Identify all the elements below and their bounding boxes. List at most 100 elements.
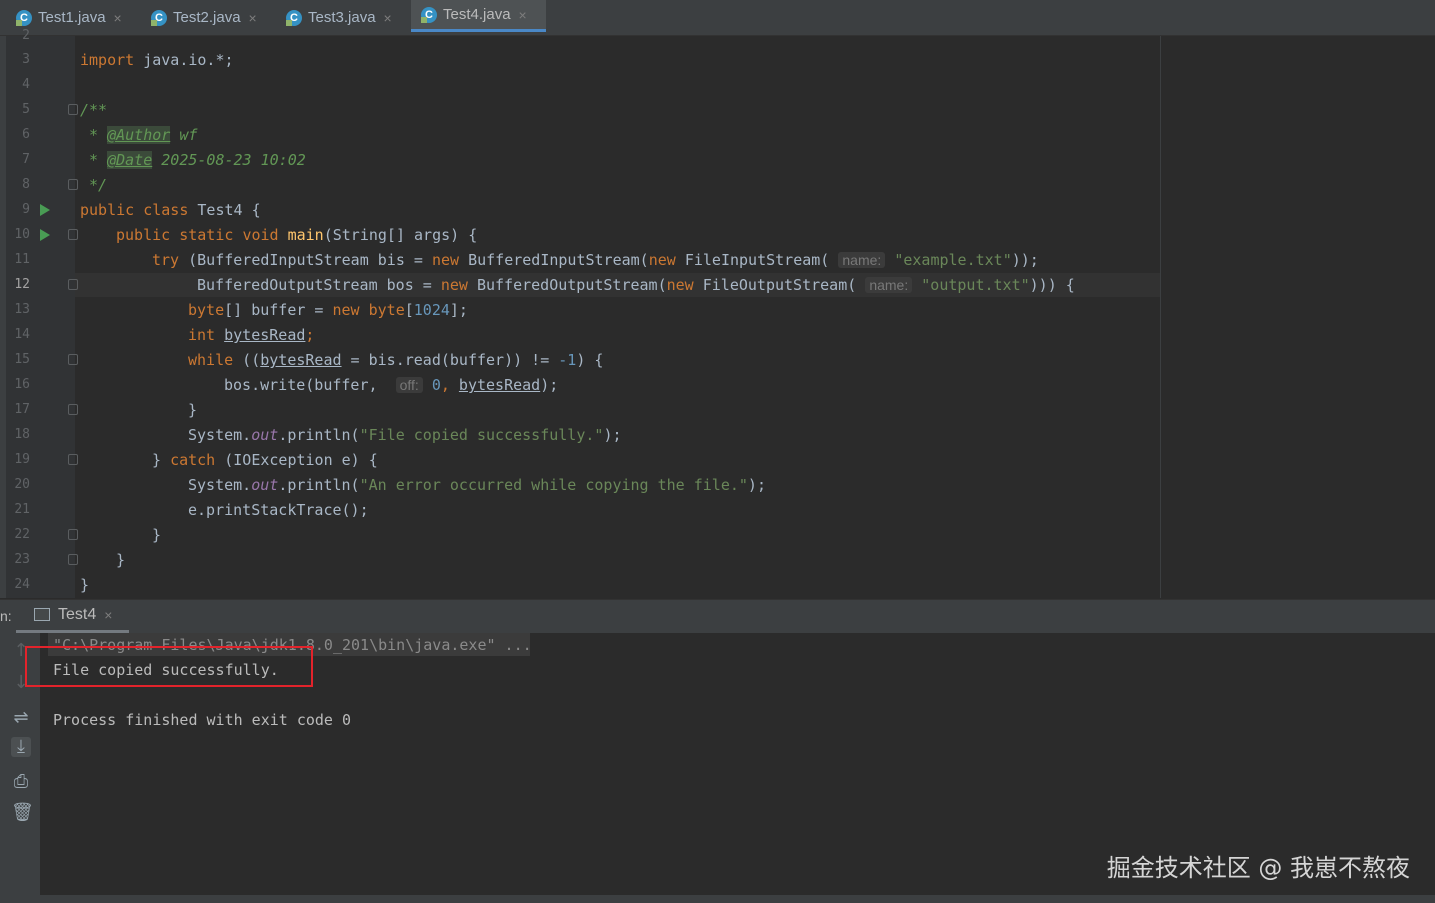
comment: wf xyxy=(170,126,198,144)
code-text: FileOutputStream( xyxy=(693,276,857,294)
code-line-13[interactable]: byte[] buffer = new byte[1024]; xyxy=(188,300,468,320)
line-number: 5 xyxy=(22,102,30,117)
keyword: while xyxy=(188,351,234,369)
close-icon[interactable]: × xyxy=(104,607,112,623)
code-text: Test4 { xyxy=(188,201,261,219)
run-tab-label: Test4 xyxy=(58,605,97,623)
trash-icon[interactable]: 🗑 xyxy=(11,803,34,823)
code-text: ); xyxy=(747,476,766,494)
code-text: [] buffer = xyxy=(224,301,333,319)
scroll-to-end-icon[interactable]: ⤓ xyxy=(11,737,31,757)
code-line-3[interactable]: import java.io.*; xyxy=(80,50,234,70)
string-literal: "An error occurred while copying the fil… xyxy=(359,476,748,494)
code-line-19[interactable]: } catch (IOException e) { xyxy=(152,450,378,470)
code-text: (( xyxy=(233,351,261,369)
line-number: 15 xyxy=(14,352,30,367)
string-literal: "File copied successfully." xyxy=(359,426,604,444)
code-line-24[interactable]: } xyxy=(80,575,89,595)
tab-test2[interactable]: C Test2.java × xyxy=(151,0,257,35)
code-text: e.printStackTrace(); xyxy=(188,501,369,519)
right-margin-guide xyxy=(1160,36,1161,598)
fold-icon[interactable] xyxy=(68,554,78,565)
code-line-9[interactable]: public class Test4 { xyxy=(80,200,261,220)
java-class-icon: C xyxy=(151,9,167,26)
left-tool-strip xyxy=(0,36,6,598)
comment: /** xyxy=(80,101,108,119)
java-class-icon: C xyxy=(16,9,32,26)
line-number: 24 xyxy=(14,577,30,592)
fold-icon[interactable] xyxy=(68,454,78,465)
line-number: 2 xyxy=(22,28,30,43)
keyword: new xyxy=(666,276,694,294)
close-icon[interactable]: × xyxy=(384,10,392,26)
code-line-14[interactable]: int bytesRead; xyxy=(188,325,314,345)
code-line-21[interactable]: e.printStackTrace(); xyxy=(188,500,369,520)
code-text: (BufferedInputStream bis = xyxy=(179,251,432,269)
code-line-11[interactable]: try (BufferedInputStream bis = new Buffe… xyxy=(152,250,1039,270)
comment: * xyxy=(80,151,108,169)
close-icon[interactable]: × xyxy=(519,7,527,23)
keyword: import xyxy=(80,51,135,69)
keyword: byte xyxy=(359,301,405,319)
print-icon[interactable]: ⎙ xyxy=(11,772,31,792)
fold-icon[interactable] xyxy=(68,104,78,115)
run-window-label: n: xyxy=(0,608,12,624)
string-literal: "example.txt" xyxy=(894,251,1012,269)
code-line-8[interactable]: */ xyxy=(80,175,107,195)
line-number: 14 xyxy=(14,327,30,342)
code-text: FileInputStream( xyxy=(675,251,830,269)
fold-icon[interactable] xyxy=(68,279,78,290)
code-line-6[interactable]: * @Author wf xyxy=(80,125,197,145)
code-text: ))) { xyxy=(1029,276,1075,294)
code-line-23[interactable]: } xyxy=(116,550,125,570)
code-line-12[interactable]: BufferedOutputStream bos = new BufferedO… xyxy=(197,275,1075,295)
soft-wrap-icon[interactable]: ⇌ xyxy=(11,708,31,728)
code-line-16[interactable]: bos.write(buffer, off: 0, bytesRead); xyxy=(224,375,558,395)
tab-test4[interactable]: C Test4.java × xyxy=(411,0,546,32)
keyword: new xyxy=(332,301,360,319)
line-number: 9 xyxy=(22,202,30,217)
code-line-5[interactable]: /** xyxy=(80,100,107,120)
java-class-icon: C xyxy=(286,9,302,26)
keyword: new xyxy=(440,276,468,294)
highlight-box xyxy=(25,646,313,687)
code-text: BufferedOutputStream bos = xyxy=(197,276,441,294)
line-number: 8 xyxy=(22,177,30,192)
editor-tab-bar: C Test1.java × C Test2.java × C Test3.ja… xyxy=(0,0,1435,36)
javadoc-tag: @Date xyxy=(107,151,153,169)
tab-label: Test1.java xyxy=(38,9,106,26)
code-line-15[interactable]: while ((bytesRead = bis.read(buffer)) !=… xyxy=(188,350,603,370)
fold-icon[interactable] xyxy=(68,529,78,540)
code-text: BufferedInputStream( xyxy=(459,251,649,269)
run-tab-test4[interactable]: Test4 × xyxy=(16,599,129,633)
code-text: } xyxy=(188,401,198,419)
tab-test1[interactable]: C Test1.java × xyxy=(16,0,122,35)
run-main-icon[interactable] xyxy=(40,229,50,241)
code-line-10[interactable]: public static void main(String[] args) { xyxy=(116,225,477,245)
line-number: 16 xyxy=(14,377,30,392)
code-text: System. xyxy=(188,476,252,494)
number-literal: 0 xyxy=(431,376,441,394)
fold-icon[interactable] xyxy=(68,354,78,365)
fold-icon[interactable] xyxy=(68,179,78,190)
variable: bytesRead xyxy=(224,326,306,344)
code-line-22[interactable]: } xyxy=(152,525,161,545)
fold-icon[interactable] xyxy=(68,229,78,240)
line-number: 18 xyxy=(14,427,30,442)
fold-icon[interactable] xyxy=(68,404,78,415)
code-line-20[interactable]: System.out.println("An error occurred wh… xyxy=(188,475,766,495)
line-number: 12 xyxy=(14,277,30,292)
line-number: 3 xyxy=(22,52,30,67)
close-icon[interactable]: × xyxy=(249,10,257,26)
tab-test3[interactable]: C Test3.java × xyxy=(286,0,392,35)
code-text: } xyxy=(152,526,162,544)
code-line-18[interactable]: System.out.println("File copied successf… xyxy=(188,425,622,445)
status-bar xyxy=(0,895,1435,903)
code-line-17[interactable]: } xyxy=(188,400,197,420)
close-icon[interactable]: × xyxy=(114,10,122,26)
code-text: } xyxy=(152,451,171,469)
run-class-icon[interactable] xyxy=(40,204,50,216)
code-text: , xyxy=(440,376,459,394)
code-line-7[interactable]: * @Date 2025-08-23 10:02 xyxy=(80,150,306,170)
parameter-hint: off: xyxy=(395,377,423,393)
